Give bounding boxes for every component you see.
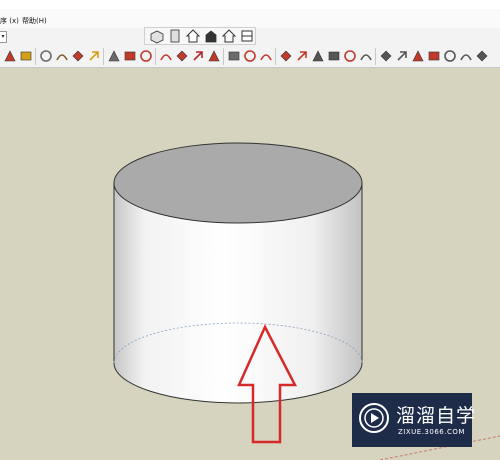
menu-bar: 序 (x) 帮助(H): [0, 9, 500, 28]
outer-shell-icon[interactable]: [458, 48, 474, 64]
toolbar-separator: [35, 48, 36, 65]
dimension-tool-icon[interactable]: [38, 48, 54, 64]
rotate-tool-icon[interactable]: [358, 48, 374, 64]
share-model-icon[interactable]: [174, 48, 190, 64]
menu-item-help[interactable]: 帮助(H): [22, 16, 47, 26]
toolbar-separator: [103, 48, 104, 65]
orbit-tool-icon[interactable]: [70, 48, 86, 64]
solid-box-icon[interactable]: [310, 48, 326, 64]
left-view-icon[interactable]: [239, 28, 255, 44]
line-tool-icon[interactable]: [206, 48, 222, 64]
protractor-icon[interactable]: [294, 48, 310, 64]
watermark-title: 溜溜自学: [396, 405, 477, 427]
freehand-tool-icon[interactable]: [226, 48, 242, 64]
toolbar-separator: [223, 48, 224, 65]
menu-item-program[interactable]: 序 (x): [0, 16, 19, 26]
layer-dropdown[interactable]: ▾: [0, 31, 7, 43]
solid-tools-icon[interactable]: [326, 48, 342, 64]
ruby-console-icon[interactable]: [190, 48, 206, 64]
walk-tool-icon[interactable]: [54, 48, 70, 64]
right-view-icon[interactable]: [203, 28, 219, 44]
follow-me-icon[interactable]: [410, 48, 426, 64]
select-tool-icon[interactable]: [2, 48, 18, 64]
top-view-icon[interactable]: [167, 28, 183, 44]
front-view-icon[interactable]: [185, 28, 201, 44]
extension-warehouse-icon[interactable]: [158, 48, 174, 64]
split-icon[interactable]: [474, 48, 490, 64]
scale-tool-icon[interactable]: [378, 48, 394, 64]
offset-tool-icon[interactable]: [394, 48, 410, 64]
zoom-extents-icon[interactable]: [122, 48, 138, 64]
pan-tool-icon[interactable]: [86, 48, 102, 64]
sandbox-icon[interactable]: [426, 48, 442, 64]
iso-view-icon[interactable]: [149, 28, 165, 44]
arc-tool-icon[interactable]: [242, 48, 258, 64]
intersect-icon[interactable]: [442, 48, 458, 64]
toolbar-separator: [375, 48, 376, 65]
warehouse-icon[interactable]: [138, 48, 154, 64]
cylinder-top-face: [113, 142, 363, 224]
window-title-bar: [0, 0, 500, 9]
toolbar-separator: [155, 48, 156, 65]
move-tool-icon[interactable]: [342, 48, 358, 64]
paint-bucket-icon[interactable]: [18, 48, 34, 64]
curve-edit-icon[interactable]: [278, 48, 294, 64]
bezier-curve-icon[interactable]: [258, 48, 274, 64]
zoom-tool-icon[interactable]: [106, 48, 122, 64]
toolbar-separator: [275, 48, 276, 65]
play-logo-icon: [359, 403, 389, 433]
watermark-url: ZIXUE.3066.COM: [398, 428, 465, 436]
back-view-icon[interactable]: [221, 28, 237, 44]
